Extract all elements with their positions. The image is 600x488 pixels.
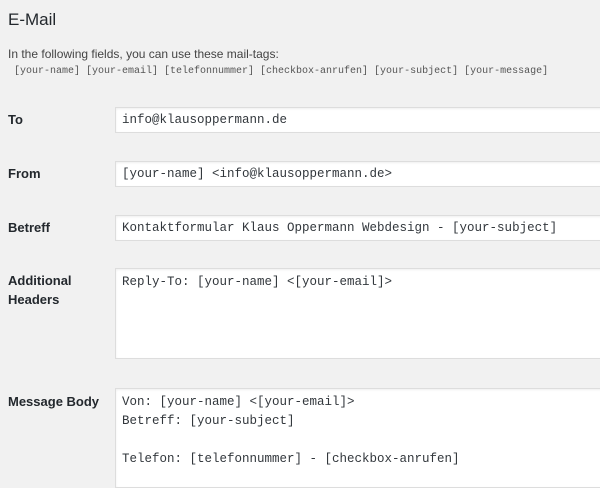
- additional-headers-label-line2: Headers: [8, 292, 60, 307]
- message-body-label: Message Body: [8, 394, 100, 409]
- from-label: From: [8, 166, 41, 181]
- additional-headers-label: Additional Headers: [8, 271, 72, 309]
- to-label: To: [8, 112, 23, 127]
- from-field[interactable]: [your-name] <info@klausoppermann.de>: [115, 161, 600, 187]
- betreff-label: Betreff: [8, 220, 50, 235]
- mail-tags-intro: In the following fields, you can use the…: [8, 47, 279, 61]
- additional-headers-label-line1: Additional: [8, 273, 72, 288]
- section-title: E-Mail: [8, 10, 57, 29]
- message-body-field[interactable]: Von: [your-name] <[your-email]> Betreff:…: [115, 388, 600, 488]
- mail-tags-list: [your-name] [your-email] [telefonnummer]…: [14, 66, 549, 77]
- to-field[interactable]: info@klausoppermann.de: [115, 107, 600, 133]
- additional-headers-field[interactable]: Reply-To: [your-name] <[your-email]>: [115, 268, 600, 359]
- betreff-field[interactable]: Kontaktformular Klaus Oppermann Webdesig…: [115, 215, 600, 241]
